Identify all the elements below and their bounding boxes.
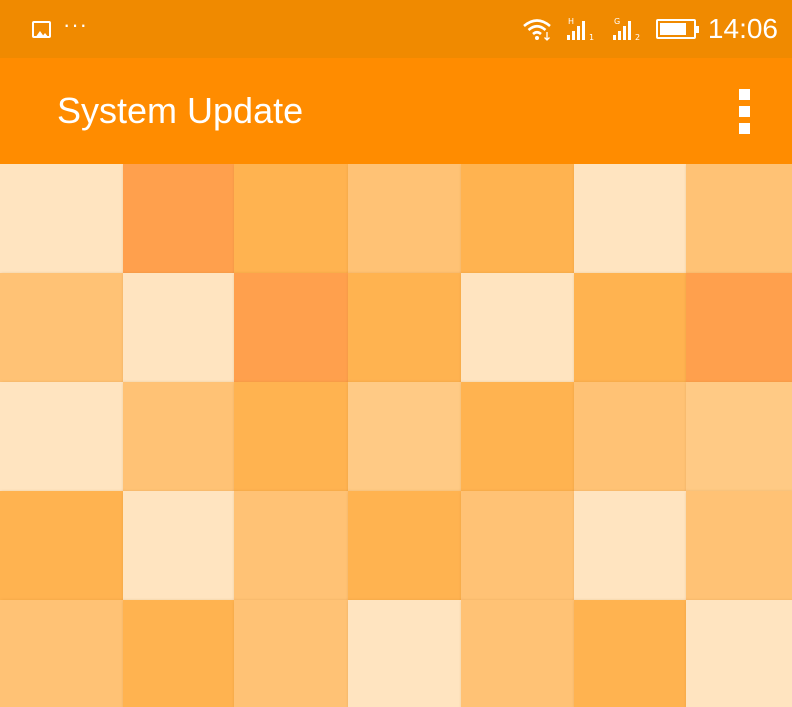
background-tile	[348, 164, 461, 273]
page-title: System Update	[57, 90, 304, 131]
background-tile	[574, 164, 686, 273]
background-tile	[123, 600, 234, 707]
background-tile	[0, 273, 123, 382]
background-tile	[686, 164, 792, 273]
sim2-index: 2	[635, 33, 640, 42]
background-tile	[234, 164, 348, 273]
sim1-index: 1	[589, 33, 594, 42]
wifi-icon	[522, 17, 552, 41]
more-vert-icon[interactable]	[732, 81, 756, 141]
battery-level	[659, 23, 686, 35]
background-tile	[123, 164, 234, 273]
background-tile	[123, 382, 234, 491]
background-tile	[0, 600, 123, 707]
background-tile	[348, 273, 461, 382]
background-tile	[574, 491, 686, 600]
app-bar: System Update	[0, 58, 792, 164]
background-tile	[574, 382, 686, 491]
background-tile	[348, 382, 461, 491]
background-tile	[461, 273, 574, 382]
background-tile	[234, 382, 348, 491]
sim1-network-type: H	[568, 17, 574, 26]
status-clock: 14:06	[707, 13, 778, 44]
background-tile	[686, 491, 792, 600]
background-tile	[0, 382, 123, 491]
background-tile	[574, 600, 686, 707]
notification-overflow-indicator: ···	[63, 12, 88, 37]
background-tile	[574, 273, 686, 382]
background-tile	[123, 491, 234, 600]
sim2-network-type: G	[614, 17, 620, 26]
signal-sim1-icon: H 1	[564, 16, 598, 42]
status-bar: ··· H 1 G 2 14:06	[0, 0, 792, 58]
background-tile	[461, 491, 574, 600]
gallery-notification-icon	[32, 20, 51, 38]
background-tile	[0, 491, 123, 600]
background-tile	[461, 164, 574, 273]
background-tile	[461, 600, 574, 707]
background-tile	[686, 600, 792, 707]
background-tile	[348, 600, 461, 707]
background-tile	[686, 382, 792, 491]
background-tile	[234, 273, 348, 382]
background-tile	[234, 600, 348, 707]
battery-icon	[655, 19, 699, 39]
background-tile-pattern	[0, 164, 792, 707]
background-tile	[234, 491, 348, 600]
background-tile	[123, 273, 234, 382]
background-tile	[461, 382, 574, 491]
signal-sim2-icon: G 2	[610, 16, 644, 42]
background-tile	[686, 273, 792, 382]
background-tile	[0, 164, 123, 273]
background-tile	[348, 491, 461, 600]
